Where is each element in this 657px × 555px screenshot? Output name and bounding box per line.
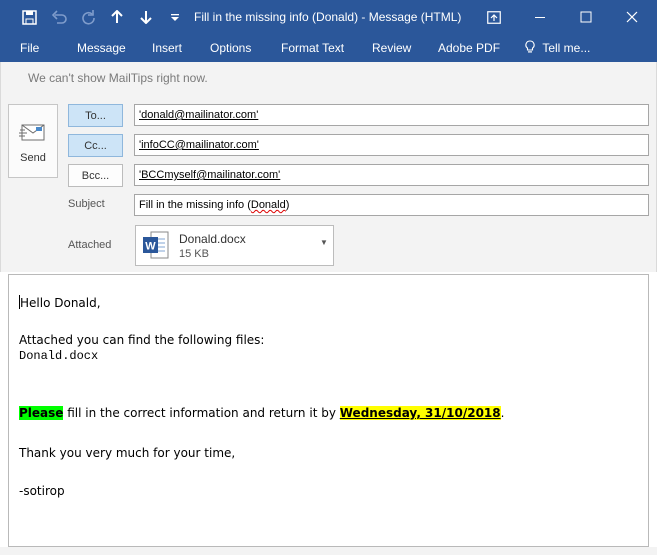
tab-options[interactable]: Options [210, 34, 251, 62]
ribbon-display-icon[interactable] [483, 0, 505, 34]
bcc-recipient: 'BCCmyself@mailinator.com' [139, 169, 281, 181]
period: . [500, 406, 505, 420]
tell-me-search[interactable]: Tell me... [525, 34, 590, 62]
mailtips-bar: We can't show MailTips right now. [0, 62, 657, 96]
mailtips-text: We can't show MailTips right now. [28, 71, 208, 85]
tab-format-text[interactable]: Format Text [281, 34, 344, 62]
arrow-up-icon[interactable] [106, 0, 128, 34]
svg-text:W: W [145, 241, 156, 253]
greeting-text: Hello Donald, [20, 296, 101, 310]
cc-field[interactable]: 'infoCC@mailinator.com' [134, 134, 649, 156]
send-icon [19, 124, 45, 141]
subject-field[interactable]: Fill in the missing info (Donald) [134, 194, 649, 216]
window-title: Fill in the missing info (Donald) - Mess… [194, 10, 462, 24]
cc-button[interactable]: Cc... [68, 134, 123, 157]
greeting-line: Hello Donald, [19, 295, 101, 310]
save-icon[interactable] [18, 0, 40, 34]
cc-recipient: 'infoCC@mailinator.com' [139, 139, 259, 151]
subject-label: Subject [68, 198, 105, 210]
bcc-button[interactable]: Bcc... [68, 164, 123, 187]
arrow-down-icon[interactable] [135, 0, 157, 34]
please-highlight: Please [19, 406, 64, 420]
signature-line: -sotirop [19, 484, 65, 498]
title-bar: Fill in the missing info (Donald) - Mess… [0, 0, 657, 34]
send-button[interactable]: Send [8, 104, 58, 178]
undo-icon[interactable] [48, 0, 70, 34]
attached-intro-line: Attached you can find the following file… [19, 333, 265, 347]
tell-me-label: Tell me... [542, 41, 591, 55]
to-button[interactable]: To... [68, 104, 123, 127]
ribbon-tabs: File Message Insert Options Format Text … [0, 34, 657, 62]
deadline-highlight: Wednesday, 31/10/2018 [339, 406, 501, 420]
window-bottom-border [0, 547, 657, 555]
attached-label: Attached [68, 239, 112, 251]
thanks-line: Thank you very much for your time, [19, 446, 236, 460]
to-field[interactable]: 'donald@mailinator.com' [134, 104, 649, 126]
lightbulb-icon [525, 40, 535, 53]
minimize-icon[interactable] [529, 0, 551, 34]
maximize-icon[interactable] [575, 0, 597, 34]
to-recipient: 'donald@mailinator.com' [139, 109, 259, 121]
tab-file[interactable]: File [20, 34, 39, 62]
attachment-name: Donald.docx [179, 232, 246, 246]
attachment-item[interactable]: W Donald.docx 15 KB ▼ [135, 225, 334, 266]
tab-adobe-pdf[interactable]: Adobe PDF [438, 34, 500, 62]
tab-review[interactable]: Review [372, 34, 411, 62]
subject-name: Donald [250, 199, 286, 211]
instruction-text: fill in the correct information and retu… [63, 406, 340, 420]
send-label: Send [20, 152, 46, 164]
subject-suffix: ) [285, 199, 290, 211]
message-body[interactable]: Hello Donald, Attached you can find the … [8, 274, 649, 547]
close-icon[interactable] [621, 0, 643, 34]
file-name-line: Donald.docx [19, 349, 99, 363]
attachment-size: 15 KB [179, 248, 209, 260]
instruction-line: Please fill in the correct information a… [19, 406, 504, 420]
chevron-down-icon[interactable]: ▼ [320, 238, 328, 247]
subject-prefix: Fill in the missing info ( [139, 199, 251, 211]
tab-insert[interactable]: Insert [152, 34, 182, 62]
tab-message[interactable]: Message [77, 34, 126, 62]
word-document-icon: W [143, 231, 169, 259]
redo-icon[interactable] [77, 0, 99, 34]
customize-icon[interactable] [166, 0, 184, 34]
bcc-field[interactable]: 'BCCmyself@mailinator.com' [134, 164, 649, 186]
